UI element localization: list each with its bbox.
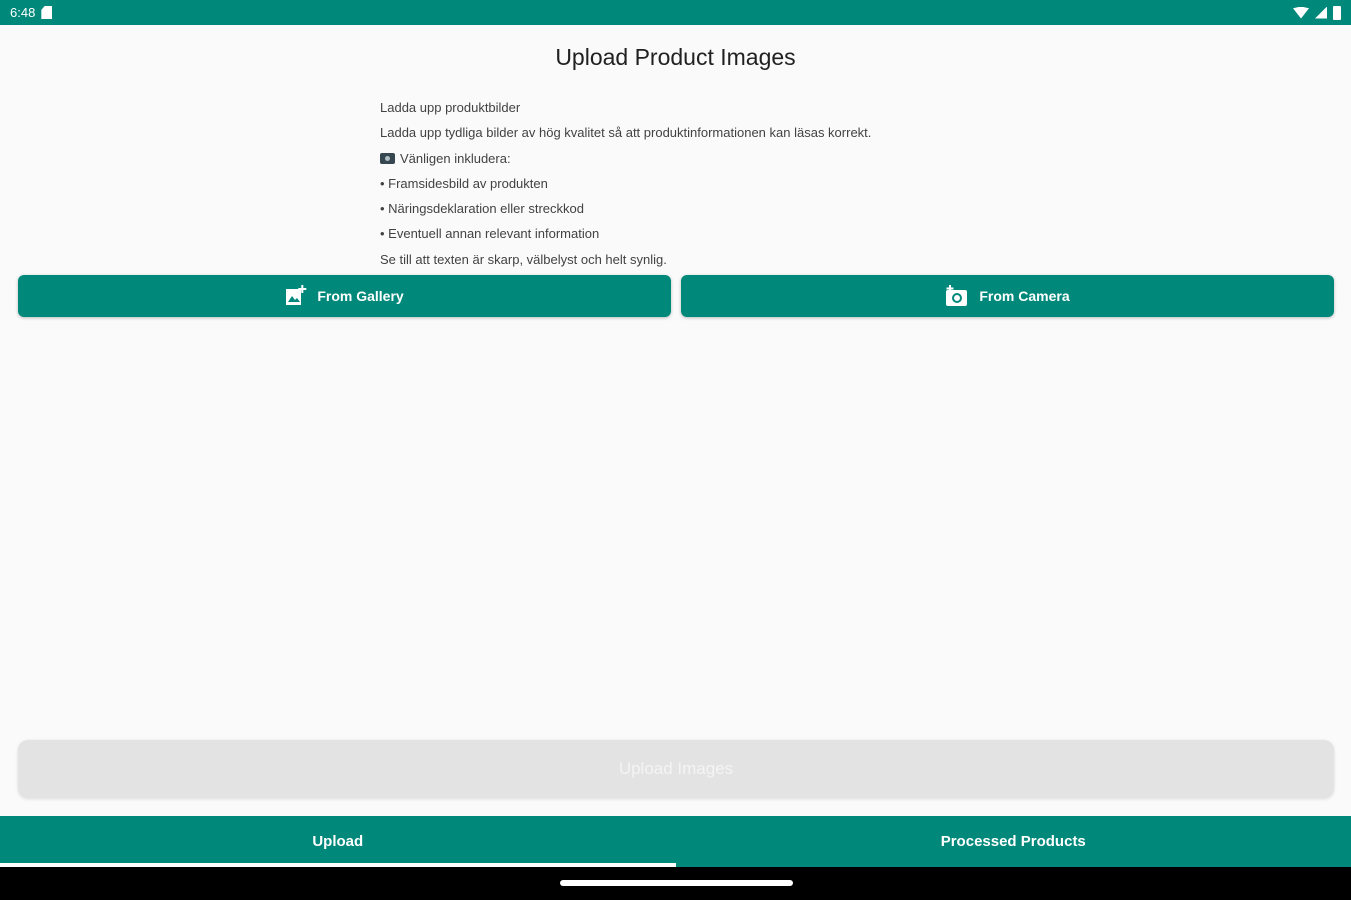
instructions-include-row: Vänligen inkludera: [380, 146, 871, 171]
status-time: 6:48 [10, 5, 36, 20]
system-navigation-bar [0, 867, 1351, 900]
status-left: 6:48 [10, 5, 53, 20]
camera-emoji-icon [380, 152, 395, 164]
sd-card-icon [41, 6, 53, 19]
battery-icon [1333, 5, 1341, 20]
instructions-heading: Ladda upp produktbilder [380, 100, 521, 115]
from-gallery-label: From Gallery [317, 288, 404, 304]
instructions-include-label: Vänligen inkludera: [400, 150, 511, 166]
signal-icon [1315, 6, 1327, 19]
instructions-block: Ladda upp produktbilder Ladda upp tydlig… [380, 95, 871, 272]
image-source-buttons: From Gallery From Camera [18, 275, 1334, 317]
page-title: Upload Product Images [555, 44, 796, 70]
from-camera-button[interactable]: From Camera [681, 275, 1334, 317]
add-photo-icon [285, 285, 307, 307]
tab-upload[interactable]: Upload [0, 816, 676, 867]
instructions-intro: Ladda upp tydliga bilder av hög kvalitet… [380, 125, 872, 141]
tab-processed-products[interactable]: Processed Products [676, 816, 1351, 867]
upload-images-button[interactable]: Upload Images [18, 740, 1334, 798]
wifi-icon [1293, 6, 1309, 19]
status-bar: 6:48 [0, 0, 1351, 25]
from-gallery-button[interactable]: From Gallery [18, 275, 671, 317]
instructions-footer: Se till att texten är skarp, välbelyst o… [380, 251, 667, 267]
bottom-navigation: Upload Processed Products [0, 816, 1351, 867]
status-right [1293, 5, 1341, 20]
from-camera-label: From Camera [979, 288, 1070, 304]
instructions-bullet: • Eventuell annan relevant information [380, 226, 600, 242]
home-gesture-handle[interactable] [560, 880, 793, 886]
add-camera-icon [945, 285, 969, 307]
instructions-bullet: • Framsidesbild av produkten [380, 175, 548, 191]
instructions-bullet: • Näringsdeklaration eller streckkod [380, 201, 584, 217]
